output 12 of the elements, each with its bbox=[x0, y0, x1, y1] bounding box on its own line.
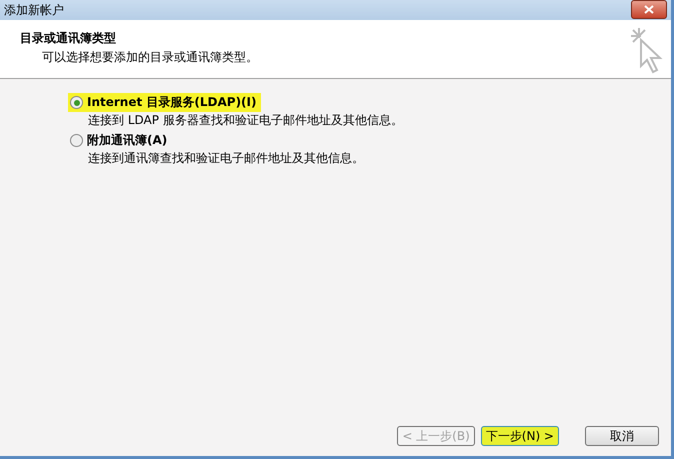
option-description: 连接到通讯簿查找和验证电子邮件地址及其他信息。 bbox=[87, 150, 365, 167]
dialog-button[interactable]: 取消 bbox=[585, 426, 659, 446]
cursor-sparkle-icon bbox=[629, 26, 663, 76]
header-title: 目录或通讯簿类型 bbox=[20, 30, 117, 47]
close-button[interactable] bbox=[631, 0, 667, 18]
radio-option[interactable]: Internet 目录服务(LDAP)(I) bbox=[68, 93, 260, 112]
option-description: 连接到 LDAP 服务器查找和验证电子邮件地址及其他信息。 bbox=[87, 112, 404, 129]
dialog-button[interactable]: 下一步(N) > bbox=[480, 426, 559, 446]
radio-option[interactable]: 附加通讯簿(A) bbox=[68, 131, 172, 150]
window-title: 添加新帐户 bbox=[4, 2, 64, 18]
close-icon bbox=[644, 4, 654, 14]
header-subtitle: 可以选择想要添加的目录或通讯簿类型。 bbox=[41, 49, 258, 66]
